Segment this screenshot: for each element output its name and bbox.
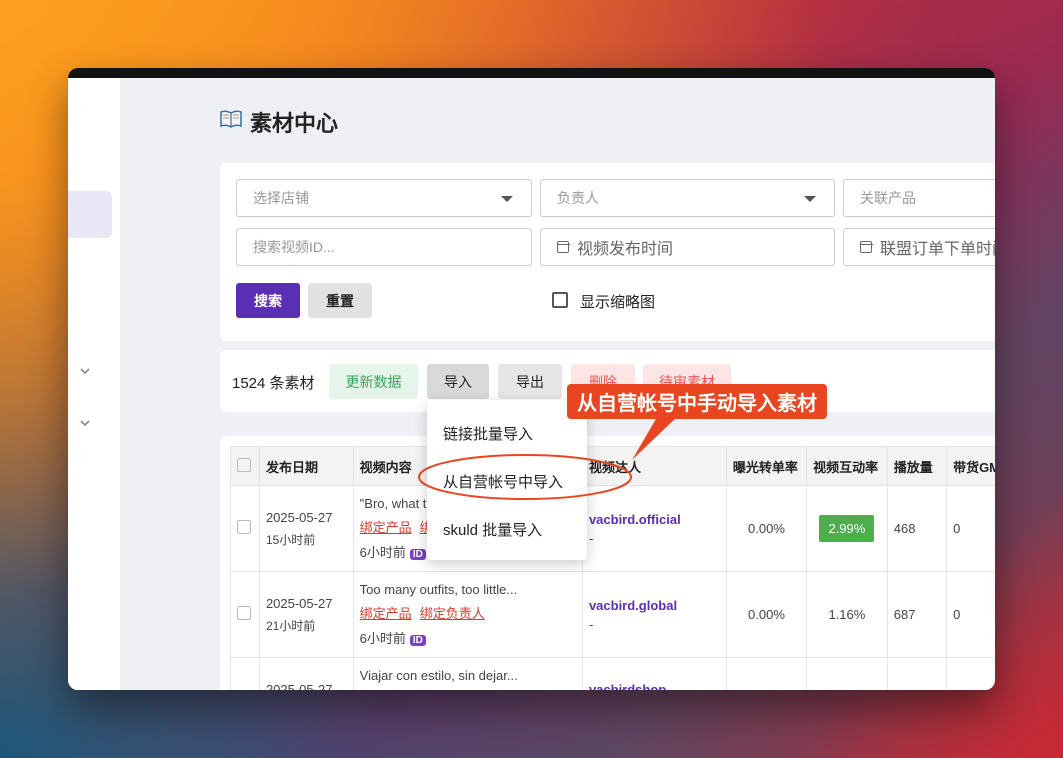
annotation-callout: 从自营帐号中手动导入素材 [567,384,827,419]
annotation-overlay [418,412,682,500]
callout-pointer [632,412,682,460]
highlight-ellipse [418,454,632,500]
